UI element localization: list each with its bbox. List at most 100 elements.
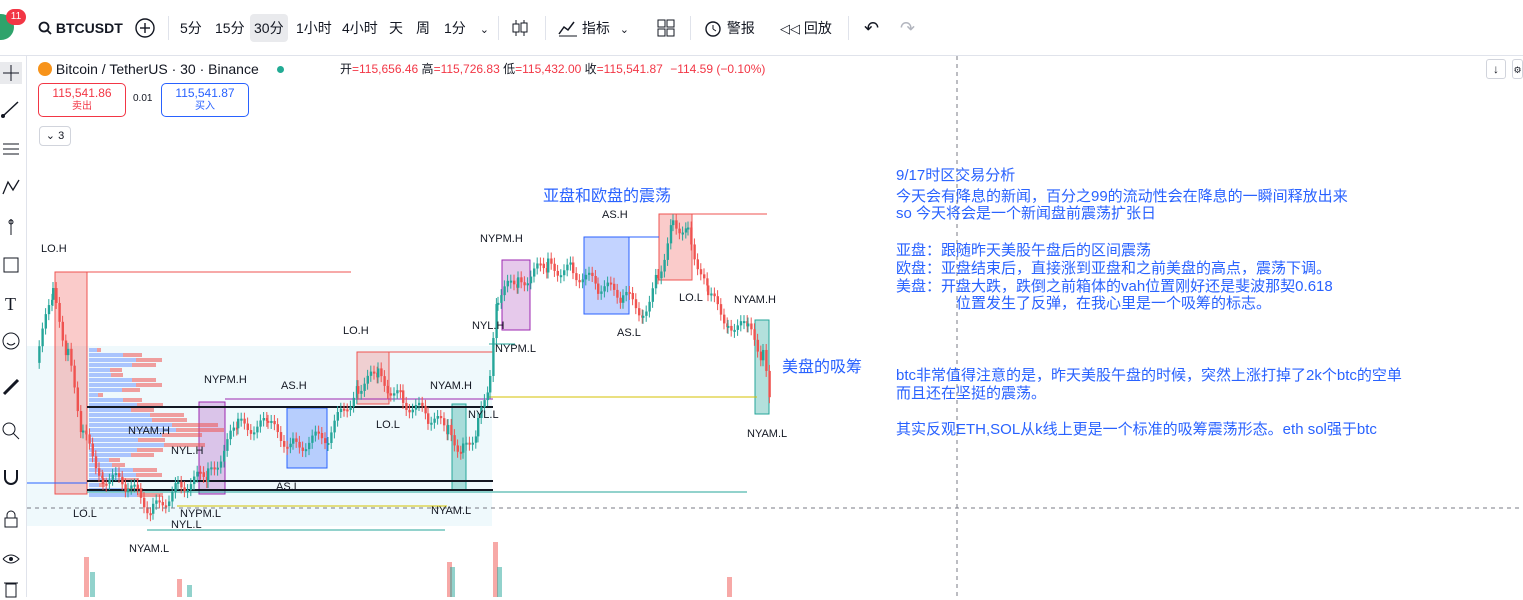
candle-body-59 — [213, 467, 216, 470]
candle-body-180 — [578, 280, 581, 283]
lock-drawings-icon[interactable] — [0, 508, 22, 530]
candle-body-15 — [79, 411, 83, 433]
candle-body-126 — [418, 402, 421, 406]
candle-body-24 — [105, 483, 108, 486]
interval-15m[interactable]: 15分 — [211, 14, 249, 42]
candle-body-78 — [270, 420, 273, 423]
analysis-line-4: 亚盘：跟随昨天美股午盘后的区间震荡 — [896, 242, 1152, 259]
volume-bar-0 — [84, 557, 89, 597]
candle-body-65 — [232, 427, 235, 431]
text-icon[interactable]: T — [0, 292, 22, 314]
replay-button[interactable]: ◁◁ 回放 — [780, 14, 832, 42]
scroll-to-realtime-button[interactable]: ↓ — [1486, 59, 1506, 79]
undo-button[interactable]: ↶ — [864, 14, 879, 42]
trend-line-icon[interactable] — [0, 98, 22, 120]
settings-button[interactable]: ⚙ — [1512, 59, 1523, 79]
candle-body-168 — [542, 263, 545, 269]
candle-body-220 — [699, 269, 703, 275]
accumulation-note: 美盘的吸筹 — [782, 359, 863, 376]
crosshair-icon[interactable] — [0, 62, 22, 84]
candle-body-46 — [174, 483, 177, 493]
compare-button[interactable] — [134, 14, 156, 42]
candle-body-164 — [529, 276, 533, 284]
interval-1h[interactable]: 1小时 — [292, 14, 336, 42]
profile-bar-blue-14 — [89, 418, 152, 422]
zoom-in-icon[interactable] — [0, 420, 22, 442]
candle-body-51 — [189, 484, 193, 491]
session-zone-6 — [501, 259, 531, 331]
profile-bar-red-3 — [132, 363, 156, 367]
volume-bar-1 — [90, 572, 95, 597]
candle-body-161 — [520, 277, 523, 283]
candle-body-176 — [566, 264, 569, 271]
candle-body-121 — [402, 390, 405, 403]
candle-body-17 — [85, 430, 88, 435]
candle-body-74 — [259, 420, 262, 427]
legend-pair: Bitcoin / TetherUS · 30 · Binance — [55, 61, 259, 77]
candle-body-162 — [523, 282, 526, 286]
open-label: 开 — [340, 62, 353, 76]
alert-button[interactable]: 警报 — [703, 14, 755, 42]
candle-body-4 — [47, 305, 51, 315]
projection-icon[interactable] — [0, 216, 22, 238]
candle-body-106 — [357, 386, 360, 394]
ruler-icon[interactable] — [0, 376, 22, 398]
profile-bar-blue-18 — [89, 438, 138, 442]
chart-type-button[interactable] — [510, 14, 530, 42]
candle-body-232 — [733, 329, 736, 332]
pattern-icon[interactable] — [0, 176, 22, 198]
candle-body-165 — [533, 268, 536, 277]
candle-body-85 — [292, 438, 295, 444]
candle-body-199 — [638, 308, 641, 316]
symbol-legend[interactable]: Bitcoin / TetherUS · 30 · Binance — [38, 58, 284, 80]
alert-label: 警报 — [726, 20, 755, 36]
candle-body-205 — [654, 274, 658, 289]
profile-bar-blue-10 — [89, 398, 123, 402]
candle-body-92 — [314, 431, 317, 436]
candle-body-214 — [681, 232, 684, 235]
candle-body-231 — [730, 325, 733, 331]
interval-30m[interactable]: 30分 — [250, 14, 288, 42]
interval-dropdown[interactable]: 1分 ⌄ — [440, 14, 493, 42]
candle-body-207 — [660, 271, 663, 279]
candle-body-118 — [393, 393, 396, 396]
interval-1w[interactable]: 周 — [412, 14, 434, 42]
candle-body-31 — [127, 488, 130, 492]
indicators-button[interactable]: 指标 ⌄ — [558, 14, 629, 42]
candle-body-117 — [389, 393, 393, 396]
candle-body-155 — [503, 286, 506, 296]
candle-body-77 — [267, 420, 270, 423]
interval-1d[interactable]: 天 — [385, 14, 407, 42]
add-symbol-icon — [135, 18, 155, 38]
buy-button[interactable]: 115,541.87 买入 — [161, 83, 249, 117]
redo-button[interactable]: ↷ — [900, 14, 915, 42]
candle-body-153 — [497, 302, 500, 305]
fib-retracement-icon[interactable] — [0, 138, 22, 160]
brush-icon[interactable] — [0, 254, 22, 276]
symbol-search[interactable]: BTCUSDT — [38, 14, 123, 42]
layout-button[interactable] — [656, 14, 676, 42]
notification-badge[interactable]: 11 — [6, 9, 26, 25]
sell-button[interactable]: 115,541.86 卖出 — [38, 83, 126, 117]
candle-body-192 — [616, 289, 619, 298]
magnet-icon[interactable] — [0, 466, 22, 488]
analysis-line-6: 美盘：开盘大跌，跌倒之前箱体的vah位置刚好还是斐波那契0.618 — [896, 278, 1333, 295]
candle-body-143 — [468, 442, 471, 445]
interval-4h[interactable]: 4小时 — [338, 14, 382, 42]
profile-bar-blue-22 — [89, 458, 109, 462]
interval-5m[interactable]: 5分 — [176, 14, 206, 42]
candle-body-23 — [102, 478, 105, 484]
candle-body-150 — [489, 376, 492, 393]
candle-body-32 — [130, 485, 133, 489]
indicators-collapse-button[interactable]: ⌄ 3 — [39, 126, 71, 146]
candle-body-160 — [517, 277, 520, 288]
emoji-icon[interactable] — [0, 330, 22, 352]
candle-body-129 — [427, 413, 430, 424]
hide-drawings-icon[interactable] — [0, 548, 22, 570]
candle-body-16 — [82, 430, 85, 433]
top-toolbar: 11 BTCUSDT 5分 15分 30分 1小时 4小时 天 周 1分 ⌄ 指… — [0, 0, 1523, 56]
candle-body-60 — [216, 467, 219, 470]
sell-price: 115,541.86 — [52, 86, 112, 100]
candle-body-184 — [591, 272, 594, 276]
chart-pane[interactable] — [27, 56, 1523, 597]
